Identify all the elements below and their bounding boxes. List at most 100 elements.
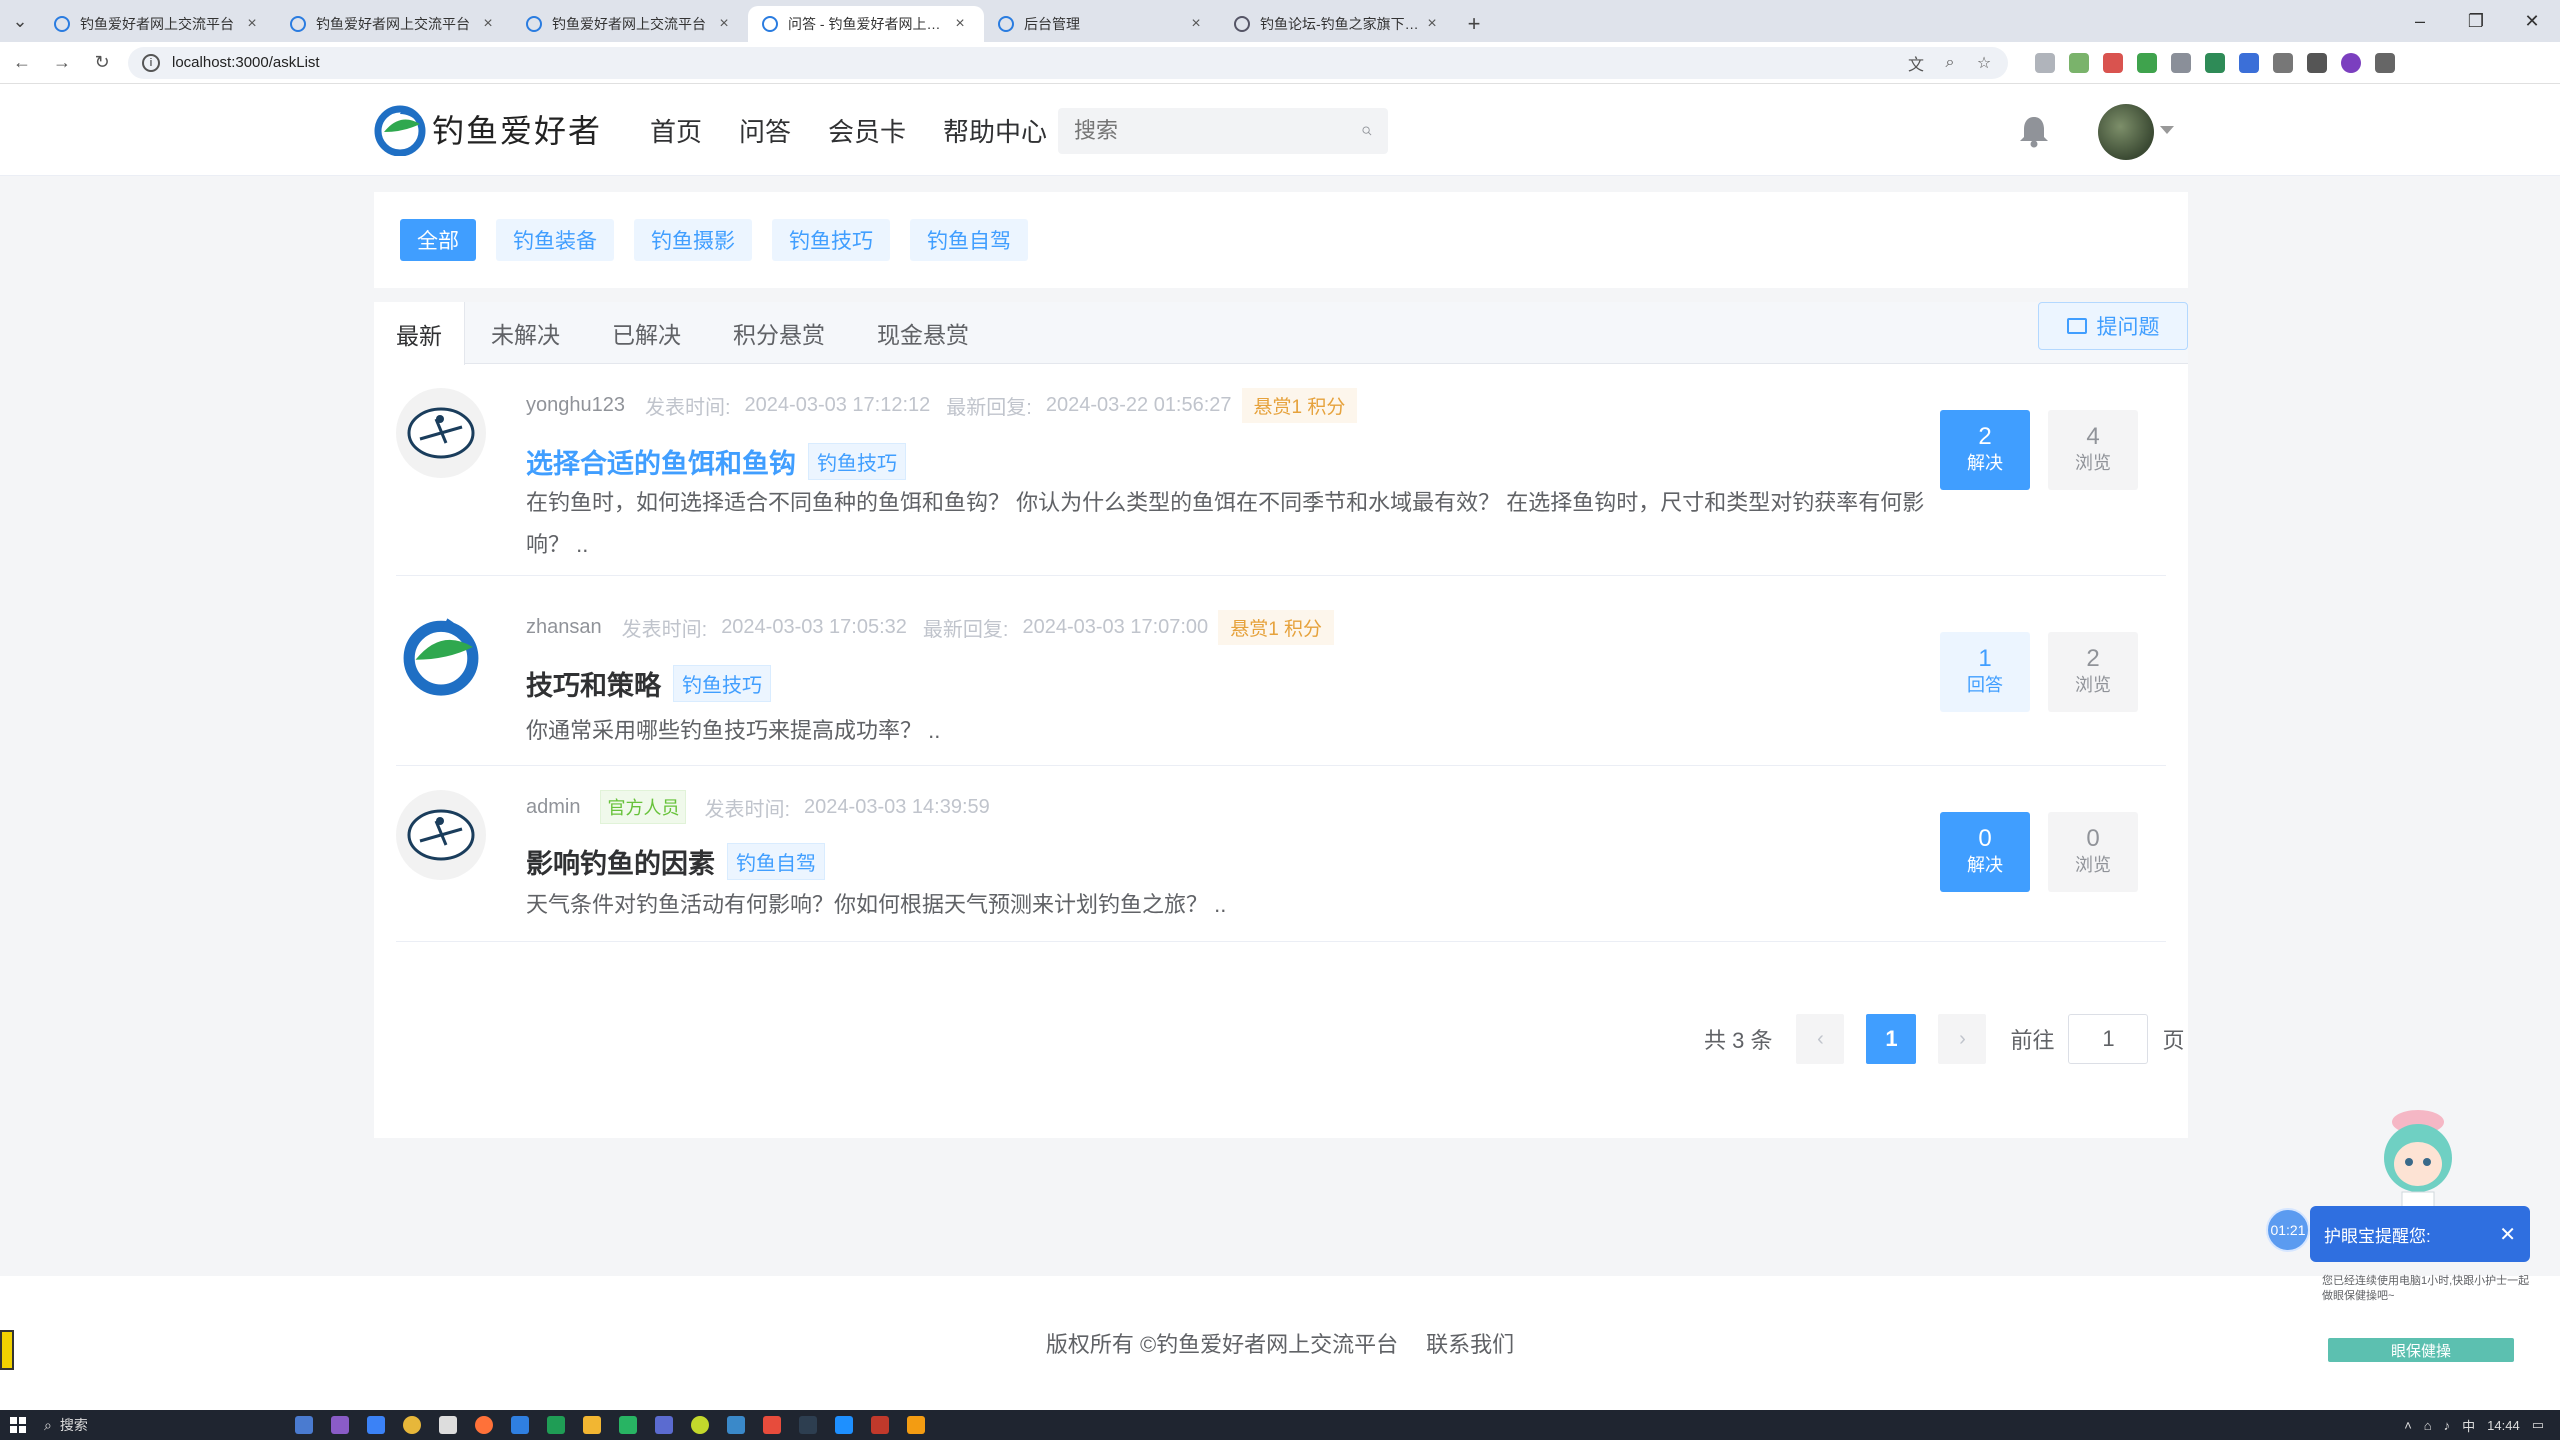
new-tab-button[interactable]: + <box>1456 6 1492 42</box>
category-selfdrive[interactable]: 钓鱼自驾 <box>910 219 1028 261</box>
browser-tab[interactable]: 钓鱼论坛-钓鱼之家旗下钓鱼交× <box>1220 6 1456 42</box>
ask-question-button[interactable]: 提问题 <box>2038 302 2188 350</box>
search-input[interactable] <box>1074 118 1362 144</box>
question-title[interactable]: 影响钓鱼的因素 <box>526 842 715 881</box>
edit-extension-icon[interactable] <box>2137 52 2157 73</box>
question-tag[interactable]: 钓鱼自驾 <box>727 843 825 880</box>
prev-page-button[interactable]: ‹ <box>1796 1014 1845 1064</box>
tab-close-icon[interactable]: × <box>950 15 970 33</box>
chevron-down-icon[interactable] <box>2160 126 2174 134</box>
question-excerpt[interactable]: 在钓鱼时，如何选择适合不同鱼种的鱼饵和鱼钩？ 你认为什么类型的鱼饵在不同季节和水… <box>526 482 1926 566</box>
question-tag[interactable]: 钓鱼技巧 <box>808 443 906 480</box>
browser-tab[interactable]: 钓鱼爱好者网上交流平台 × <box>276 6 512 42</box>
nav-help-center[interactable]: 帮助中心 <box>943 112 1047 149</box>
app-icon[interactable] <box>871 1416 889 1434</box>
notification-icon[interactable]: ▭ <box>2532 1417 2544 1433</box>
author-name[interactable]: admin <box>526 796 580 819</box>
translate-extension-icon[interactable] <box>2239 52 2259 73</box>
tab-close-icon[interactable]: × <box>1422 15 1442 33</box>
browser-tab[interactable]: 后台管理 × <box>984 6 1220 42</box>
browser-tab[interactable]: 钓鱼爱好者网上交流平台 × <box>40 6 276 42</box>
category-photography[interactable]: 钓鱼摄影 <box>634 219 752 261</box>
avatar[interactable] <box>396 388 486 478</box>
site-logo[interactable]: 钓鱼爱好者 <box>374 102 602 156</box>
vue-extension-icon[interactable] <box>2205 52 2225 73</box>
question-excerpt[interactable]: 你通常采用哪些钓鱼技巧来提高成功率？ .. <box>526 710 1926 752</box>
nav-member-card[interactable]: 会员卡 <box>828 112 906 149</box>
tab-close-icon[interactable]: × <box>478 15 498 33</box>
bookmark-star-icon[interactable]: ☆ <box>1974 53 1994 73</box>
tab-close-icon[interactable]: × <box>242 15 262 33</box>
folder-icon[interactable] <box>583 1416 601 1434</box>
browser-tab[interactable]: 钓鱼爱好者网上交流平台 × <box>512 6 748 42</box>
app-icon[interactable] <box>655 1416 673 1434</box>
app-icon[interactable] <box>511 1416 529 1434</box>
app-icon[interactable] <box>907 1416 925 1434</box>
ime-indicator[interactable]: 中 <box>2462 1416 2475 1435</box>
tab-points-reward[interactable]: 积分悬赏 <box>707 302 851 364</box>
question-title[interactable]: 技巧和策略 <box>526 664 661 703</box>
category-equipment[interactable]: 钓鱼装备 <box>496 219 614 261</box>
question-tag[interactable]: 钓鱼技巧 <box>673 665 771 702</box>
search-icon[interactable] <box>1362 120 1372 142</box>
avatar[interactable] <box>396 790 486 880</box>
back-icon[interactable]: ← <box>4 45 40 81</box>
app-icon[interactable] <box>331 1416 349 1434</box>
windows-start-icon[interactable] <box>0 1410 36 1440</box>
question-title[interactable]: 选择合适的鱼饵和鱼钩 <box>526 442 796 481</box>
site-info-icon[interactable]: i <box>142 53 160 72</box>
eye-timer-badge[interactable]: 01:21 <box>2266 1208 2310 1252</box>
app-icon[interactable] <box>799 1416 817 1434</box>
firefox-icon[interactable] <box>475 1416 493 1434</box>
app-icon[interactable] <box>367 1416 385 1434</box>
close-icon[interactable]: ✕ <box>2499 1222 2516 1247</box>
network-icon[interactable]: ⌂ <box>2424 1418 2432 1433</box>
tab-cash-reward[interactable]: 现金悬赏 <box>851 302 995 364</box>
nav-qa[interactable]: 问答 <box>739 112 791 149</box>
app-icon[interactable] <box>727 1416 745 1434</box>
author-name[interactable]: yonghu123 <box>526 394 625 417</box>
profile-icon[interactable] <box>2341 52 2361 73</box>
nav-home[interactable]: 首页 <box>650 112 702 149</box>
clock[interactable]: 14:44 <box>2487 1418 2520 1433</box>
puzzle-extension-icon[interactable] <box>2273 52 2293 73</box>
nurse-mascot-icon[interactable] <box>2368 1100 2468 1220</box>
tab-solved[interactable]: 已解决 <box>586 302 707 364</box>
shield-extension-icon[interactable] <box>2103 52 2123 73</box>
category-all[interactable]: 全部 <box>400 219 476 261</box>
browser-tab-active[interactable]: 问答 - 钓鱼爱好者网上交流平台× <box>748 6 984 42</box>
app-icon[interactable] <box>295 1416 313 1434</box>
author-name[interactable]: zhansan <box>526 616 602 639</box>
camera-extension-icon[interactable] <box>2035 52 2055 73</box>
zoom-icon[interactable]: ⌕ <box>1940 53 1960 73</box>
next-page-button[interactable]: › <box>1938 1014 1987 1064</box>
eye-exercise-button[interactable]: 眼保健操 <box>2328 1338 2514 1362</box>
sticky-note-icon[interactable] <box>0 1330 14 1370</box>
chrome-icon[interactable] <box>403 1416 421 1434</box>
chevron-up-icon[interactable]: ˄ <box>2404 1418 2412 1433</box>
app-icon[interactable] <box>835 1416 853 1434</box>
category-skills[interactable]: 钓鱼技巧 <box>772 219 890 261</box>
tab-close-icon[interactable]: × <box>1186 15 1206 33</box>
user-avatar[interactable] <box>2098 104 2154 160</box>
restore-icon[interactable]: ❐ <box>2448 0 2504 42</box>
more-menu-icon[interactable] <box>2375 52 2395 73</box>
goto-page-input[interactable]: 1 <box>2068 1014 2149 1064</box>
close-window-icon[interactable]: ✕ <box>2504 0 2560 42</box>
app-icon[interactable] <box>547 1416 565 1434</box>
reload-icon[interactable]: ↻ <box>84 45 120 81</box>
tab-latest[interactable]: 最新 <box>374 302 465 365</box>
image-extension-icon[interactable] <box>2069 52 2089 73</box>
copy-extension-icon[interactable] <box>2171 52 2191 73</box>
contact-link[interactable]: 联系我们 <box>1426 1327 1514 1359</box>
app-icon[interactable] <box>763 1416 781 1434</box>
tab-unsolved[interactable]: 未解决 <box>465 302 586 364</box>
volume-icon[interactable]: ♪ <box>2444 1418 2451 1433</box>
tab-search-icon[interactable]: ⌄ <box>0 0 40 42</box>
minimize-icon[interactable]: – <box>2392 0 2448 42</box>
translate-icon[interactable]: 文 <box>1906 53 1926 74</box>
avatar[interactable] <box>396 610 486 700</box>
sidepanel-icon[interactable] <box>2307 52 2327 73</box>
question-excerpt[interactable]: 天气条件对钓鱼活动有何影响？你如何根据天气预测来计划钓鱼之旅？ .. <box>526 884 1926 926</box>
page-number-current[interactable]: 1 <box>1866 1014 1917 1064</box>
